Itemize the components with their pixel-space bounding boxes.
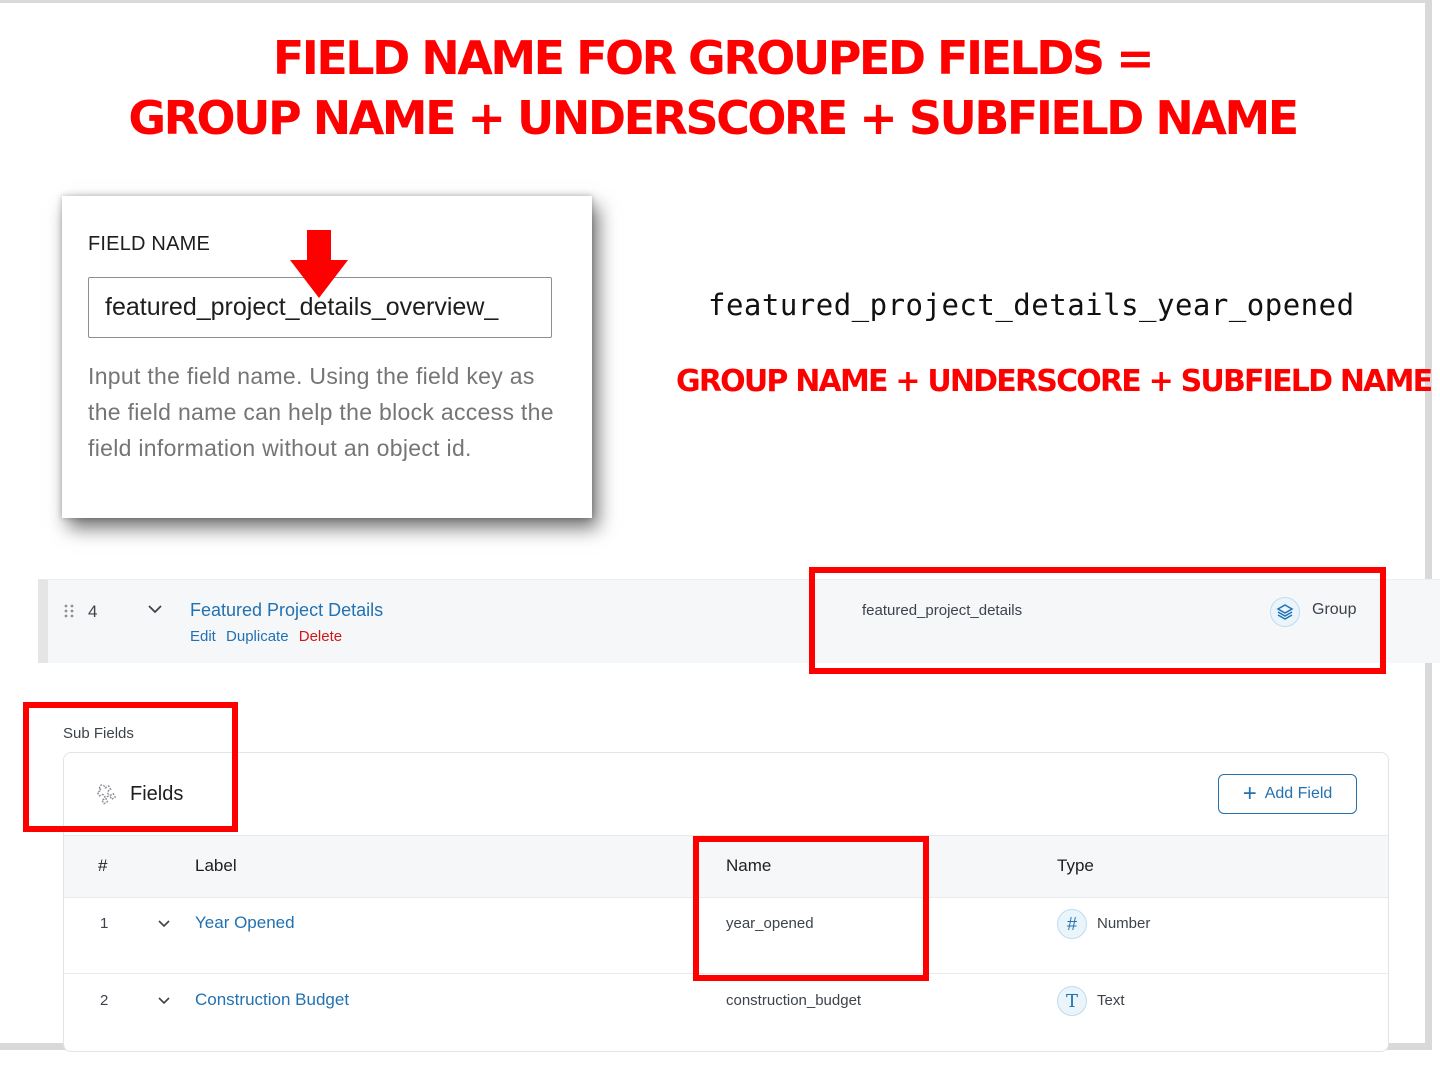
table-row-number: 1 — [100, 915, 109, 932]
drag-handle-icon[interactable] — [64, 604, 74, 618]
column-header-type: Type — [1057, 856, 1094, 875]
add-field-button[interactable]: + Add Field — [1218, 774, 1357, 814]
chevron-down-icon[interactable] — [147, 604, 163, 614]
chevron-down-icon[interactable] — [157, 996, 171, 1005]
table-row-number: 2 — [100, 992, 109, 1009]
column-header-number: # — [98, 856, 108, 875]
red-down-arrow-icon — [290, 230, 348, 298]
table-row-type: Number — [1097, 915, 1151, 932]
field-name-label: FIELD NAME — [88, 233, 211, 255]
text-type-icon: T — [1057, 986, 1087, 1016]
frame-right-border — [1425, 0, 1432, 1050]
highlight-box-subfield-name — [693, 836, 929, 981]
column-header-label: Label — [195, 856, 237, 875]
headline-line-2: GROUP NAME + UNDERSCORE + SUBFIELD NAME — [128, 91, 1299, 145]
highlight-box-group-name — [809, 567, 1386, 674]
number-type-icon: # — [1057, 909, 1087, 939]
delete-link[interactable]: Delete — [299, 628, 342, 645]
naming-formula: GROUP NAME + UNDERSCORE + SUBFIELD NAME — [676, 364, 1433, 399]
field-name-help-text: Input the field name. Using the field ke… — [88, 363, 554, 461]
add-field-label: Add Field — [1264, 785, 1333, 802]
highlight-box-sub-fields — [23, 702, 238, 832]
table-row-type: Text — [1097, 992, 1125, 1009]
frame-top-border — [0, 0, 1432, 3]
edit-link[interactable]: Edit — [190, 628, 216, 645]
duplicate-link[interactable]: Duplicate — [226, 628, 289, 645]
headline-line-1: FIELD NAME FOR GROUPED FIELDS = — [272, 31, 1155, 85]
chevron-down-icon[interactable] — [157, 919, 171, 928]
table-row-label-link[interactable]: Construction Budget — [195, 990, 349, 1010]
group-field-title-link[interactable]: Featured Project Details — [190, 600, 383, 621]
full-field-name-example: featured_project_details_year_opened — [708, 288, 1355, 322]
table-row-name: construction_budget — [726, 992, 862, 1009]
group-row-number: 4 — [88, 602, 98, 621]
plus-icon: + — [1242, 780, 1257, 807]
table-row-label-link[interactable]: Year Opened — [195, 913, 295, 933]
group-row-actions: Edit Duplicate Delete — [190, 628, 348, 645]
